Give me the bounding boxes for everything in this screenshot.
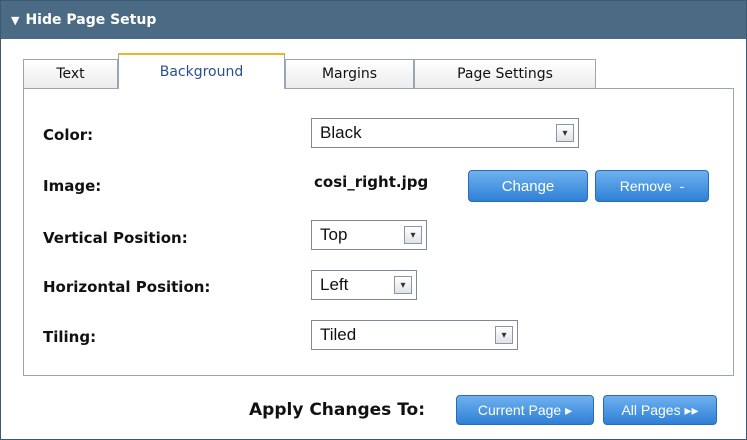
hide-page-setup-toggle[interactable]: ▼ Hide Page Setup <box>1 1 746 39</box>
apply-all-pages-button[interactable]: All Pages ▸▸ <box>603 395 717 425</box>
color-label: Color: <box>43 126 94 144</box>
current-page-button-label: Current Page ▸ <box>477 401 573 418</box>
remove-image-button[interactable]: Remove - <box>595 170 709 202</box>
tab-label: Background <box>159 64 244 80</box>
panel-title: Hide Page Setup <box>25 12 157 28</box>
vertical-position-select[interactable]: Top ▾ <box>311 220 427 250</box>
chevron-down-icon: ▾ <box>404 226 422 244</box>
color-select-value: Black <box>320 123 362 142</box>
tiling-select[interactable]: Tiled ▾ <box>311 320 518 350</box>
tiling-value: Tiled <box>320 325 357 344</box>
chevron-down-icon: ▾ <box>394 276 412 294</box>
tab-text[interactable]: Text <box>23 59 118 88</box>
vertical-position-value: Top <box>320 225 348 244</box>
horizontal-position-value: Left <box>320 275 349 294</box>
tiling-label: Tiling: <box>43 328 97 346</box>
image-filename: cosi_right.jpg <box>314 173 429 191</box>
tab-label: Margins <box>321 66 378 82</box>
vertical-position-label: Vertical Position: <box>43 229 188 247</box>
horizontal-position-label: Horizontal Position: <box>43 278 211 296</box>
tab-page-settings[interactable]: Page Settings <box>414 59 596 88</box>
all-pages-button-label: All Pages ▸▸ <box>621 401 699 418</box>
apply-changes-label: Apply Changes To: <box>249 400 426 420</box>
tab-label: Page Settings <box>457 66 553 82</box>
chevron-down-icon: ▾ <box>495 326 513 344</box>
page-setup-panel: ▼ Hide Page Setup Text Background Margin… <box>0 0 747 440</box>
chevron-down-icon: ▾ <box>556 124 574 142</box>
tab-label: Text <box>56 66 85 82</box>
apply-current-page-button[interactable]: Current Page ▸ <box>456 395 594 425</box>
collapse-arrow-icon: ▼ <box>11 13 20 27</box>
tab-background[interactable]: Background <box>118 53 285 89</box>
horizontal-position-select[interactable]: Left ▾ <box>311 270 417 300</box>
change-image-button[interactable]: Change <box>468 170 588 202</box>
tab-margins[interactable]: Margins <box>285 59 414 88</box>
color-select[interactable]: Black ▾ <box>311 118 579 148</box>
image-label: Image: <box>43 177 102 195</box>
remove-button-label: Remove - <box>619 178 685 194</box>
change-button-label: Change <box>501 177 555 195</box>
